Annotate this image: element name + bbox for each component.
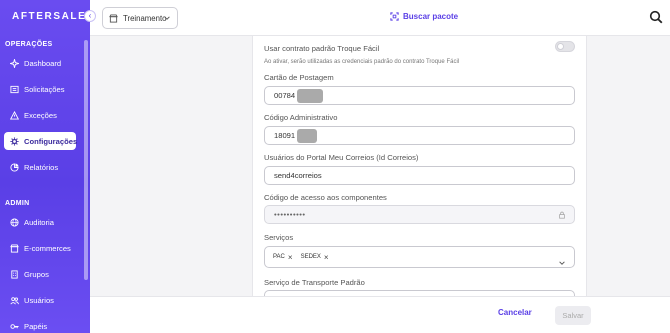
store-icon xyxy=(10,243,19,253)
usuarios-portal-value: send4correios xyxy=(274,171,322,180)
service-chip: PAC × xyxy=(273,253,293,262)
users-icon xyxy=(10,296,19,305)
cartao-postagem-value: 00784 xyxy=(274,91,296,100)
store-selector[interactable]: Treinamento xyxy=(102,7,178,29)
store-icon xyxy=(109,13,118,23)
building-icon xyxy=(10,269,19,279)
chart-icon xyxy=(10,162,19,172)
sidebar-item-dashboard[interactable]: Dashboard xyxy=(4,54,76,72)
sidebar-item-grupos[interactable]: Grupos xyxy=(4,265,76,283)
sidebar-item-excecoes[interactable]: Exceções xyxy=(4,106,76,124)
chevron-left-icon: ‹ xyxy=(88,11,92,20)
sidebar-scrollbar[interactable] xyxy=(84,40,88,280)
settings-form-panel: Usar contrato padrão Troque Fácil Ao ati… xyxy=(252,36,587,309)
search-icon[interactable] xyxy=(649,10,663,24)
sidebar-item-label: Solicitações xyxy=(24,84,65,94)
search-package-button[interactable]: Buscar pacote xyxy=(390,12,458,21)
usuarios-portal-input[interactable]: send4correios xyxy=(264,166,575,185)
sidebar-item-label: Exceções xyxy=(24,110,57,120)
sidebar-item-label: Dashboard xyxy=(24,58,62,68)
store-selector-value: Treinamento xyxy=(123,13,167,23)
cartao-postagem-label: Cartão de Postagem xyxy=(264,73,334,82)
sidebar-item-label: Configurações xyxy=(24,136,78,146)
sidebar-item-solicitacoes[interactable]: Solicitações xyxy=(4,80,76,98)
sidebar-item-configuracoes[interactable]: Configurações xyxy=(4,132,78,150)
sidebar-item-usuarios[interactable]: Usuários xyxy=(4,291,76,309)
sidebar-item-label: Usuários xyxy=(24,295,54,305)
toggle-hint: Ao ativar, serão utilizadas as credencia… xyxy=(264,59,460,65)
scan-icon xyxy=(390,12,399,21)
transporte-padrao-label: Serviço de Transporte Padrão xyxy=(264,278,365,287)
sidebar-item-papeis[interactable]: Papéis xyxy=(4,317,76,333)
sidebar-item-label: Relatórios xyxy=(24,162,59,172)
codigo-administrativo-value: 18091 xyxy=(274,131,296,140)
sidebar-item-auditoria[interactable]: Auditoria xyxy=(4,213,76,231)
toggle-label: Usar contrato padrão Troque Fácil xyxy=(264,44,380,53)
chevron-down-icon[interactable] xyxy=(558,254,566,265)
service-chip-label: SEDEX xyxy=(300,254,321,260)
search-package-label: Buscar pacote xyxy=(403,12,459,21)
globe-icon xyxy=(10,217,19,227)
redacted-mask xyxy=(297,88,324,103)
section-label-operacoes: OPERAÇÕES xyxy=(5,41,53,48)
codigo-acesso-label: Código de acesso aos componentes xyxy=(264,193,387,202)
save-button[interactable]: Salvar xyxy=(555,306,591,325)
sidebar: AFTERSALE OPERAÇÕES Dashboard Solicitaçõ… xyxy=(0,0,90,333)
key-icon xyxy=(10,322,19,331)
sidebar-item-label: Grupos xyxy=(24,269,49,279)
form-footer: Cancelar Salvar xyxy=(90,296,670,333)
codigo-administrativo-label: Código Administrativo xyxy=(264,113,338,122)
codigo-administrativo-input[interactable]: 18091 xyxy=(264,126,575,145)
sidebar-item-relatorios[interactable]: Relatórios xyxy=(4,158,76,176)
servicos-label: Serviços xyxy=(264,233,294,242)
chevron-down-icon xyxy=(163,14,171,22)
lock-icon xyxy=(558,211,566,219)
gear-icon xyxy=(10,136,19,146)
app-logo: AFTERSALE xyxy=(12,11,87,22)
servicos-multiselect[interactable]: PAC × SEDEX × xyxy=(264,246,575,268)
troque-facil-toggle[interactable] xyxy=(555,41,575,52)
codigo-acesso-value: •••••••••• xyxy=(274,210,306,219)
section-label-admin: ADMIN xyxy=(5,200,30,207)
remove-icon[interactable]: × xyxy=(288,253,293,262)
remove-icon[interactable]: × xyxy=(324,253,329,262)
top-bar: Treinamento Buscar pacote xyxy=(90,0,670,36)
sidebar-item-label: Auditoria xyxy=(24,217,54,227)
list-icon xyxy=(10,85,19,94)
toggle-knob xyxy=(557,43,564,50)
codigo-acesso-input[interactable]: •••••••••• xyxy=(264,205,575,224)
usuarios-portal-label: Usuários do Portal Meu Correios (Id Corr… xyxy=(264,153,419,162)
sidebar-item-label: E-commerces xyxy=(24,243,71,253)
warning-icon xyxy=(10,110,19,120)
redacted-mask xyxy=(297,128,318,143)
sidebar-item-ecommerces[interactable]: E-commerces xyxy=(4,239,76,257)
service-chip-label: PAC xyxy=(273,254,285,260)
cartao-postagem-input[interactable]: 00784 xyxy=(264,86,575,105)
service-chip: SEDEX × xyxy=(301,253,329,262)
collapse-sidebar-button[interactable]: ‹ xyxy=(84,10,96,22)
sidebar-item-label: Papéis xyxy=(24,321,48,331)
cancel-button[interactable]: Cancelar xyxy=(498,308,532,317)
sparkle-icon xyxy=(10,58,19,68)
